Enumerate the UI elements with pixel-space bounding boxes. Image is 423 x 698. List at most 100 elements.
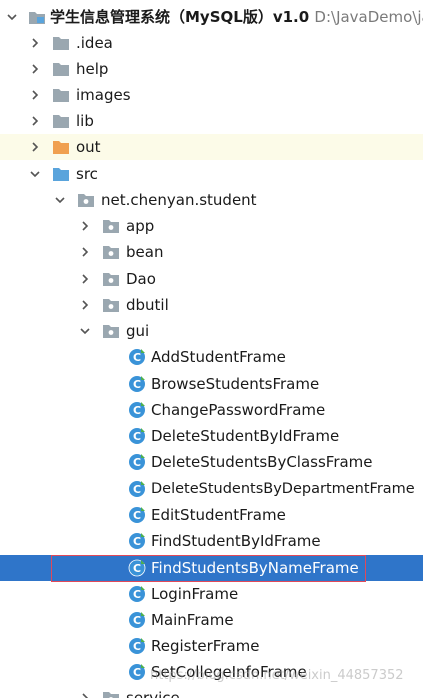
chevron-right-icon[interactable]	[79, 266, 91, 292]
folder-icon	[53, 63, 69, 76]
tree-row-class[interactable]: C EditStudentFrame	[0, 502, 423, 528]
tree-label: FindStudentByIdFrame	[151, 532, 321, 550]
svg-text:C: C	[133, 562, 141, 575]
tree-label: EditStudentFrame	[151, 506, 286, 524]
svg-text:C: C	[133, 509, 141, 522]
svg-text:C: C	[133, 378, 141, 391]
java-class-icon: C	[129, 428, 145, 444]
tree-label: AddStudentFrame	[151, 348, 286, 366]
package-icon	[78, 194, 94, 207]
tree-row-help[interactable]: help	[0, 56, 423, 82]
chevron-right-icon[interactable]	[29, 134, 41, 160]
tree-row-class[interactable]: C BrowseStudentsFrame	[0, 371, 423, 397]
tree-label: DeleteStudentsByClassFrame	[151, 453, 373, 471]
java-class-icon: C	[129, 454, 145, 470]
tree-row-dao[interactable]: Dao	[0, 266, 423, 292]
tree-label: BrowseStudentsFrame	[151, 375, 320, 393]
svg-text:C: C	[133, 483, 141, 496]
tree-row-net-chenyan-student[interactable]: net.chenyan.student	[0, 187, 423, 213]
chevron-right-icon[interactable]	[29, 108, 41, 134]
java-class-icon: C	[129, 664, 145, 680]
chevron-right-icon[interactable]	[79, 239, 91, 265]
tree-label: DeleteStudentsByDepartmentFrame	[151, 481, 415, 497]
tree-label: app	[126, 217, 155, 235]
tree-label: net.chenyan.student	[101, 191, 257, 209]
tree-row-class[interactable]: C DeleteStudentByIdFrame	[0, 423, 423, 449]
svg-text:C: C	[133, 351, 141, 364]
java-class-icon: C	[129, 533, 145, 549]
tree-row-class[interactable]: C AddStudentFrame	[0, 344, 423, 370]
chevron-down-icon[interactable]	[29, 161, 41, 187]
package-icon	[103, 246, 119, 259]
tree-label: .idea	[76, 34, 113, 52]
tree-label: images	[76, 86, 131, 104]
package-icon	[103, 325, 119, 338]
chevron-right-icon[interactable]	[29, 82, 41, 108]
tree-row-class[interactable]: C DeleteStudentsByDepartmentFrame	[0, 476, 423, 502]
tree-label: ChangePasswordFrame	[151, 401, 326, 419]
package-icon	[103, 273, 119, 286]
watermark: https://blog.csdn.net/weixin_44857352	[150, 668, 404, 683]
java-class-icon: C	[129, 507, 145, 523]
folder-icon	[53, 115, 69, 128]
svg-text:C: C	[133, 640, 141, 653]
chevron-right-icon[interactable]	[79, 685, 91, 698]
svg-text:C: C	[133, 666, 141, 679]
tree-row-class[interactable]: C RegisterFrame	[0, 633, 423, 659]
tree-row-class[interactable]: C FindStudentByIdFrame	[0, 528, 423, 554]
tree-row-src[interactable]: src	[0, 161, 423, 187]
tree-label: LoginFrame	[151, 585, 239, 603]
tree-label: lib	[76, 112, 94, 130]
tree-label: out	[76, 138, 101, 156]
java-class-icon: C	[129, 481, 145, 497]
source-folder-icon	[53, 168, 69, 181]
folder-icon	[53, 37, 69, 50]
project-tree[interactable]: 学生信息管理系统（MySQL版）v1.0 D:\JavaDemo\ja .ide…	[0, 0, 423, 698]
svg-text:C: C	[133, 588, 141, 601]
project-folder-icon	[29, 12, 45, 24]
tree-row-project-root[interactable]: 学生信息管理系统（MySQL版）v1.0 D:\JavaDemo\ja	[0, 4, 423, 30]
java-class-icon: C	[129, 402, 145, 418]
tree-row-class[interactable]: C DeleteStudentsByClassFrame	[0, 449, 423, 475]
package-icon	[103, 692, 119, 698]
tree-label: DeleteStudentByIdFrame	[151, 427, 340, 445]
tree-row-images[interactable]: images	[0, 82, 423, 108]
tree-label: gui	[126, 322, 150, 340]
tree-row-class[interactable]: C MainFrame	[0, 607, 423, 633]
java-class-icon: C	[129, 638, 145, 654]
chevron-down-icon[interactable]	[54, 187, 66, 213]
chevron-right-icon[interactable]	[79, 213, 91, 239]
chevron-right-icon[interactable]	[29, 30, 41, 56]
chevron-down-icon[interactable]	[79, 318, 91, 344]
tree-label: help	[76, 60, 109, 78]
java-class-icon: C	[129, 612, 145, 628]
svg-text:C: C	[133, 456, 141, 469]
chevron-right-icon[interactable]	[79, 292, 91, 318]
java-class-icon: C	[129, 349, 145, 365]
svg-text:C: C	[133, 404, 141, 417]
project-path: D:\JavaDemo\ja	[314, 8, 423, 26]
project-name: 学生信息管理系统（MySQL版）v1.0	[50, 8, 310, 26]
tree-row-out[interactable]: out	[0, 134, 423, 160]
tree-label: Dao	[126, 270, 156, 288]
output-folder-icon	[53, 141, 69, 154]
tree-row-app[interactable]: app	[0, 213, 423, 239]
tree-row-lib[interactable]: lib	[0, 108, 423, 134]
tree-row-bean[interactable]: bean	[0, 239, 423, 265]
chevron-down-icon[interactable]	[6, 4, 18, 30]
tree-row-class[interactable]: C ChangePasswordFrame	[0, 397, 423, 423]
tree-row-gui[interactable]: gui	[0, 318, 423, 344]
chevron-right-icon[interactable]	[29, 56, 41, 82]
svg-text:C: C	[133, 430, 141, 443]
package-icon	[103, 299, 119, 312]
java-class-icon: C	[129, 376, 145, 392]
tree-label: FindStudentsByNameFrame	[151, 559, 359, 577]
folder-icon	[53, 89, 69, 102]
project-label: 学生信息管理系统（MySQL版）v1.0 D:\JavaDemo\ja	[50, 7, 423, 27]
tree-row-class[interactable]: C LoginFrame	[0, 581, 423, 607]
tree-row-dbutil[interactable]: dbutil	[0, 292, 423, 318]
tree-row-class-selected[interactable]: C FindStudentsByNameFrame	[0, 555, 423, 581]
tree-label: dbutil	[126, 296, 169, 314]
tree-row-idea[interactable]: .idea	[0, 30, 423, 56]
tree-row-service[interactable]: service	[0, 685, 423, 698]
